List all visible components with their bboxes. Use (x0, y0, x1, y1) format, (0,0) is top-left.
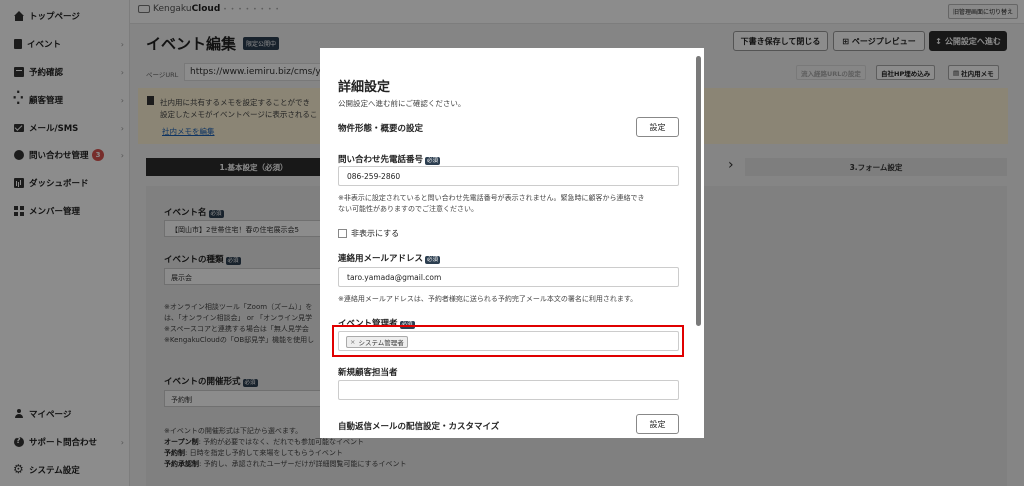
required-badge: 必須 (425, 255, 441, 264)
phone-note: ※非表示に設定されていると問い合わせ先電話番号が表示されません。緊急時に顧客から… (338, 194, 645, 213)
autoreply-label: 自動返信メールの配信設定・カスタマイズ (338, 422, 500, 432)
checkbox[interactable] (338, 229, 347, 238)
property-settings-label: 物件形態・概要の設定 (338, 124, 424, 134)
new-customer-label: 新規顧客担当者 (338, 368, 398, 378)
hide-phone-checkbox[interactable]: 非表示にする (338, 228, 399, 239)
modal-subtitle: 公開設定へ進む前にご確認ください。 (338, 99, 466, 108)
email-label: 連絡用メールアドレス 必須 (338, 254, 441, 264)
modal-scrollbar[interactable] (696, 56, 701, 326)
new-customer-field[interactable] (338, 380, 679, 400)
required-badge: 必須 (425, 156, 441, 165)
phone-field[interactable]: 086-259-2860 (338, 166, 679, 186)
autoreply-settings-button[interactable]: 設定 (636, 414, 679, 434)
highlight-box (332, 325, 684, 357)
phone-label: 問い合わせ先電話番号 必須 (338, 155, 441, 165)
email-field[interactable]: taro.yamada@gmail.com (338, 267, 679, 287)
detail-settings-modal: 詳細設定 公開設定へ進む前にご確認ください。 物件形態・概要の設定 設定 問い合… (320, 48, 704, 438)
modal-title: 詳細設定 (338, 80, 391, 95)
property-settings-button[interactable]: 設定 (636, 117, 679, 137)
email-note: ※連絡用メールアドレスは、予約者様宛に送られる予約完了メール本文の署名に利用され… (338, 295, 638, 303)
